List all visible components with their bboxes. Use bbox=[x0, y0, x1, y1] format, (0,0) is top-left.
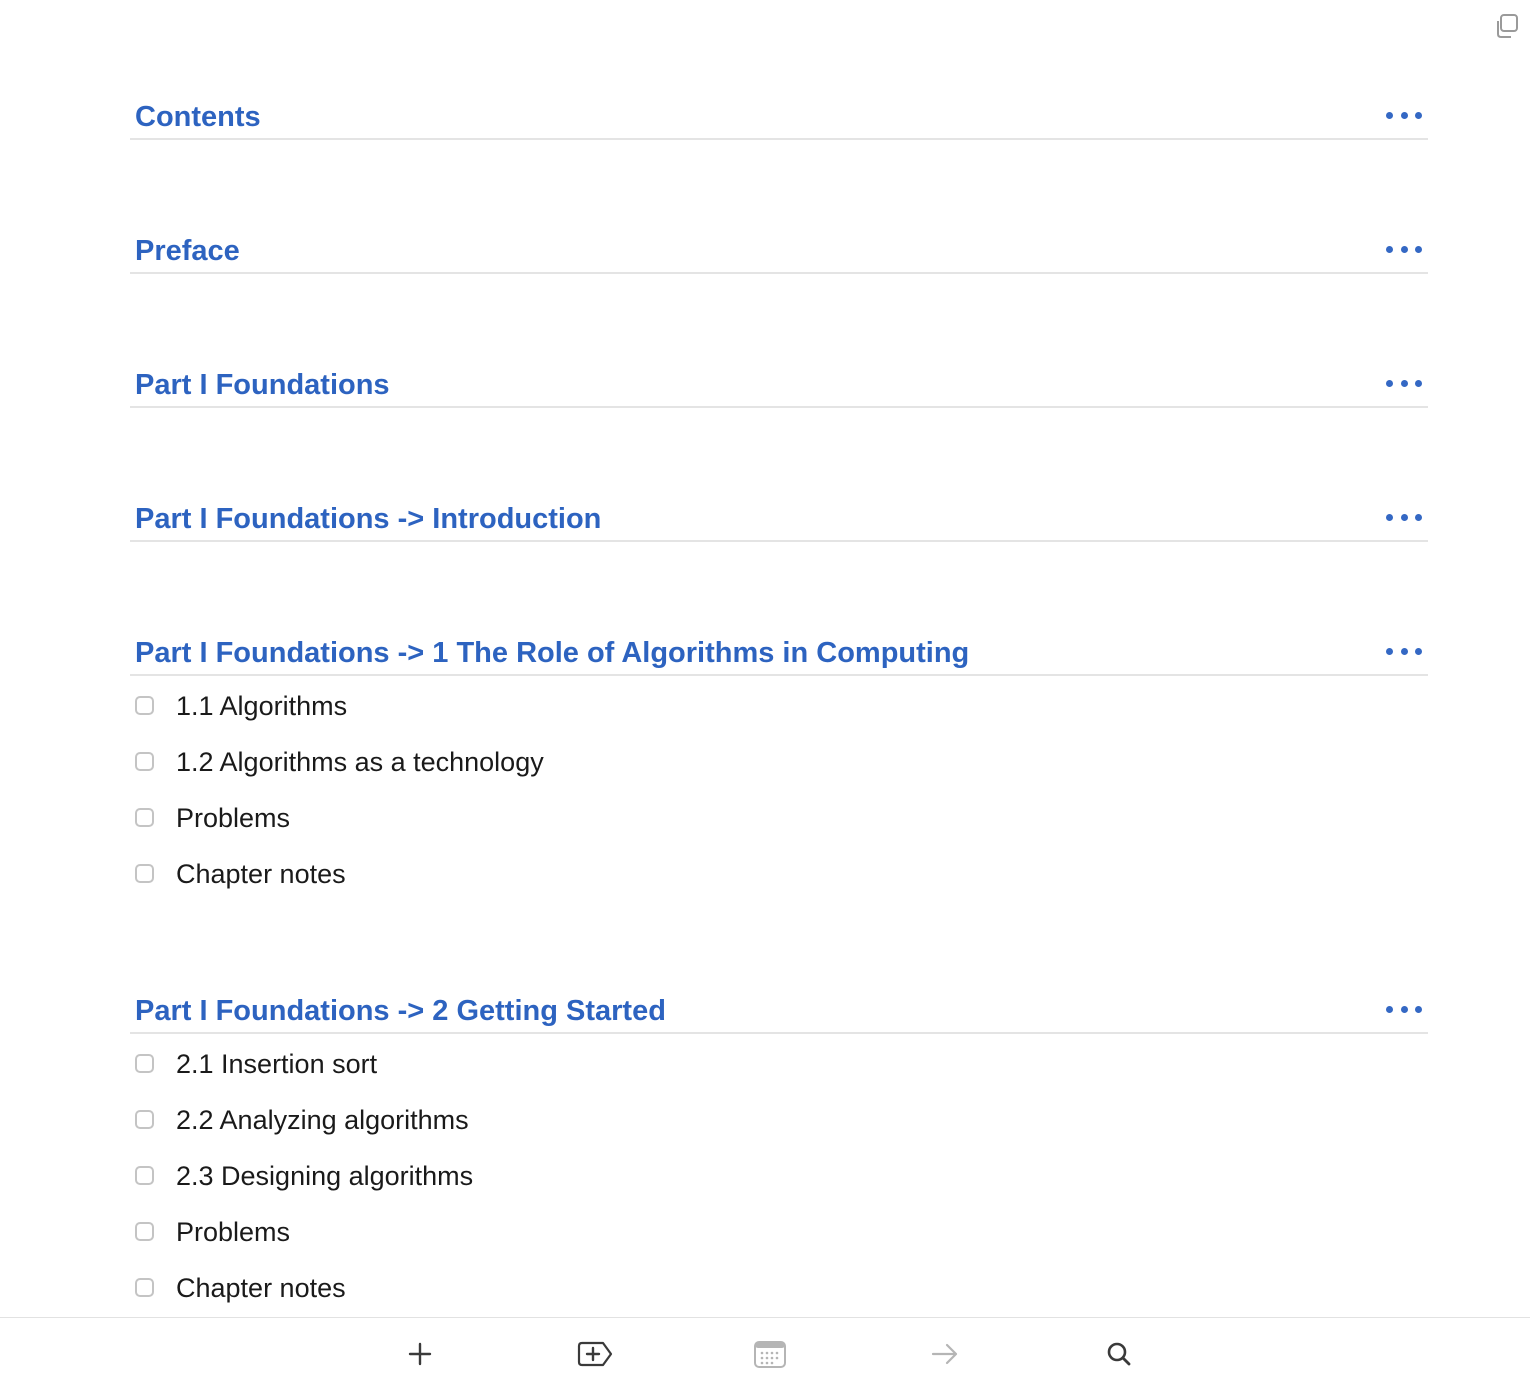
new-task-button[interactable] bbox=[400, 1338, 440, 1374]
task-list: 1.1 Algorithms 1.2 Algorithms as a techn… bbox=[130, 676, 1428, 900]
task-checkbox[interactable] bbox=[135, 1054, 154, 1073]
add-heading-button[interactable] bbox=[575, 1338, 615, 1374]
section-chapter-2: Part I Foundations -> 2 Getting Started … bbox=[130, 975, 1428, 1314]
task-item[interactable]: Problems bbox=[130, 788, 1428, 844]
task-label[interactable]: 2.1 Insertion sort bbox=[176, 1049, 377, 1080]
task-item[interactable]: 2.3 Designing algorithms bbox=[130, 1146, 1428, 1202]
task-label[interactable]: 1.2 Algorithms as a technology bbox=[176, 747, 544, 778]
add-tag-icon bbox=[576, 1339, 614, 1374]
section-chapter-1: Part I Foundations -> 1 The Role of Algo… bbox=[130, 617, 1428, 900]
section-preface: Preface bbox=[130, 215, 1428, 274]
task-checkbox[interactable] bbox=[135, 1110, 154, 1129]
more-options-button[interactable] bbox=[1386, 243, 1422, 255]
search-icon bbox=[1105, 1340, 1133, 1373]
task-label[interactable]: Problems bbox=[176, 1217, 290, 1248]
task-label[interactable]: 1.1 Algorithms bbox=[176, 691, 347, 722]
section-title[interactable]: Preface bbox=[135, 235, 240, 268]
task-item[interactable]: 1.2 Algorithms as a technology bbox=[130, 732, 1428, 788]
more-options-button[interactable] bbox=[1386, 511, 1422, 523]
section-introduction: Part I Foundations -> Introduction bbox=[130, 483, 1428, 542]
section-title[interactable]: Part I Foundations bbox=[135, 369, 390, 402]
calendar-icon bbox=[753, 1339, 787, 1374]
duplicate-window-icon[interactable] bbox=[1492, 12, 1520, 40]
task-item[interactable]: Chapter notes bbox=[130, 1258, 1428, 1314]
bottom-toolbar bbox=[0, 1317, 1530, 1388]
task-label[interactable]: 2.3 Designing algorithms bbox=[176, 1161, 473, 1192]
task-checkbox[interactable] bbox=[135, 1222, 154, 1241]
section-title[interactable]: Contents bbox=[135, 101, 261, 134]
section-heading: Part I Foundations -> Introduction bbox=[130, 483, 1428, 542]
section-heading: Part I Foundations -> 1 The Role of Algo… bbox=[130, 617, 1428, 676]
more-options-button[interactable] bbox=[1386, 109, 1422, 121]
section-title[interactable]: Part I Foundations -> 1 The Role of Algo… bbox=[135, 637, 969, 670]
task-checkbox[interactable] bbox=[135, 1166, 154, 1185]
section-title[interactable]: Part I Foundations -> Introduction bbox=[135, 503, 601, 536]
more-options-button[interactable] bbox=[1386, 1003, 1422, 1015]
section-heading: Preface bbox=[130, 215, 1428, 274]
section-heading: Part I Foundations bbox=[130, 349, 1428, 408]
section-heading: Part I Foundations -> 2 Getting Started bbox=[130, 975, 1428, 1034]
move-button[interactable] bbox=[925, 1338, 965, 1374]
task-list: 2.1 Insertion sort 2.2 Analyzing algorit… bbox=[130, 1034, 1428, 1314]
task-label[interactable]: 2.2 Analyzing algorithms bbox=[176, 1105, 469, 1136]
task-item[interactable]: 2.2 Analyzing algorithms bbox=[130, 1090, 1428, 1146]
task-label[interactable]: Problems bbox=[176, 803, 290, 834]
task-item[interactable]: 2.1 Insertion sort bbox=[130, 1034, 1428, 1090]
task-item[interactable]: 1.1 Algorithms bbox=[130, 676, 1428, 732]
task-list-content: Contents Preface Part I Foundations Part… bbox=[130, 0, 1428, 1318]
section-contents: Contents bbox=[130, 81, 1428, 140]
app-window: Contents Preface Part I Foundations Part… bbox=[0, 0, 1530, 1388]
section-part-i-foundations: Part I Foundations bbox=[130, 349, 1428, 408]
task-checkbox[interactable] bbox=[135, 808, 154, 827]
task-label[interactable]: Chapter notes bbox=[176, 1273, 346, 1304]
search-button[interactable] bbox=[1099, 1338, 1139, 1374]
more-options-button[interactable] bbox=[1386, 645, 1422, 657]
task-item[interactable]: Problems bbox=[130, 1202, 1428, 1258]
plus-icon bbox=[407, 1341, 433, 1372]
arrow-right-icon bbox=[930, 1341, 960, 1372]
when-button[interactable] bbox=[750, 1338, 790, 1374]
task-label[interactable]: Chapter notes bbox=[176, 859, 346, 890]
section-heading: Contents bbox=[130, 81, 1428, 140]
task-checkbox[interactable] bbox=[135, 864, 154, 883]
task-checkbox[interactable] bbox=[135, 696, 154, 715]
task-item[interactable]: Chapter notes bbox=[130, 844, 1428, 900]
more-options-button[interactable] bbox=[1386, 377, 1422, 389]
task-checkbox[interactable] bbox=[135, 1278, 154, 1297]
section-title[interactable]: Part I Foundations -> 2 Getting Started bbox=[135, 995, 666, 1028]
task-checkbox[interactable] bbox=[135, 752, 154, 771]
